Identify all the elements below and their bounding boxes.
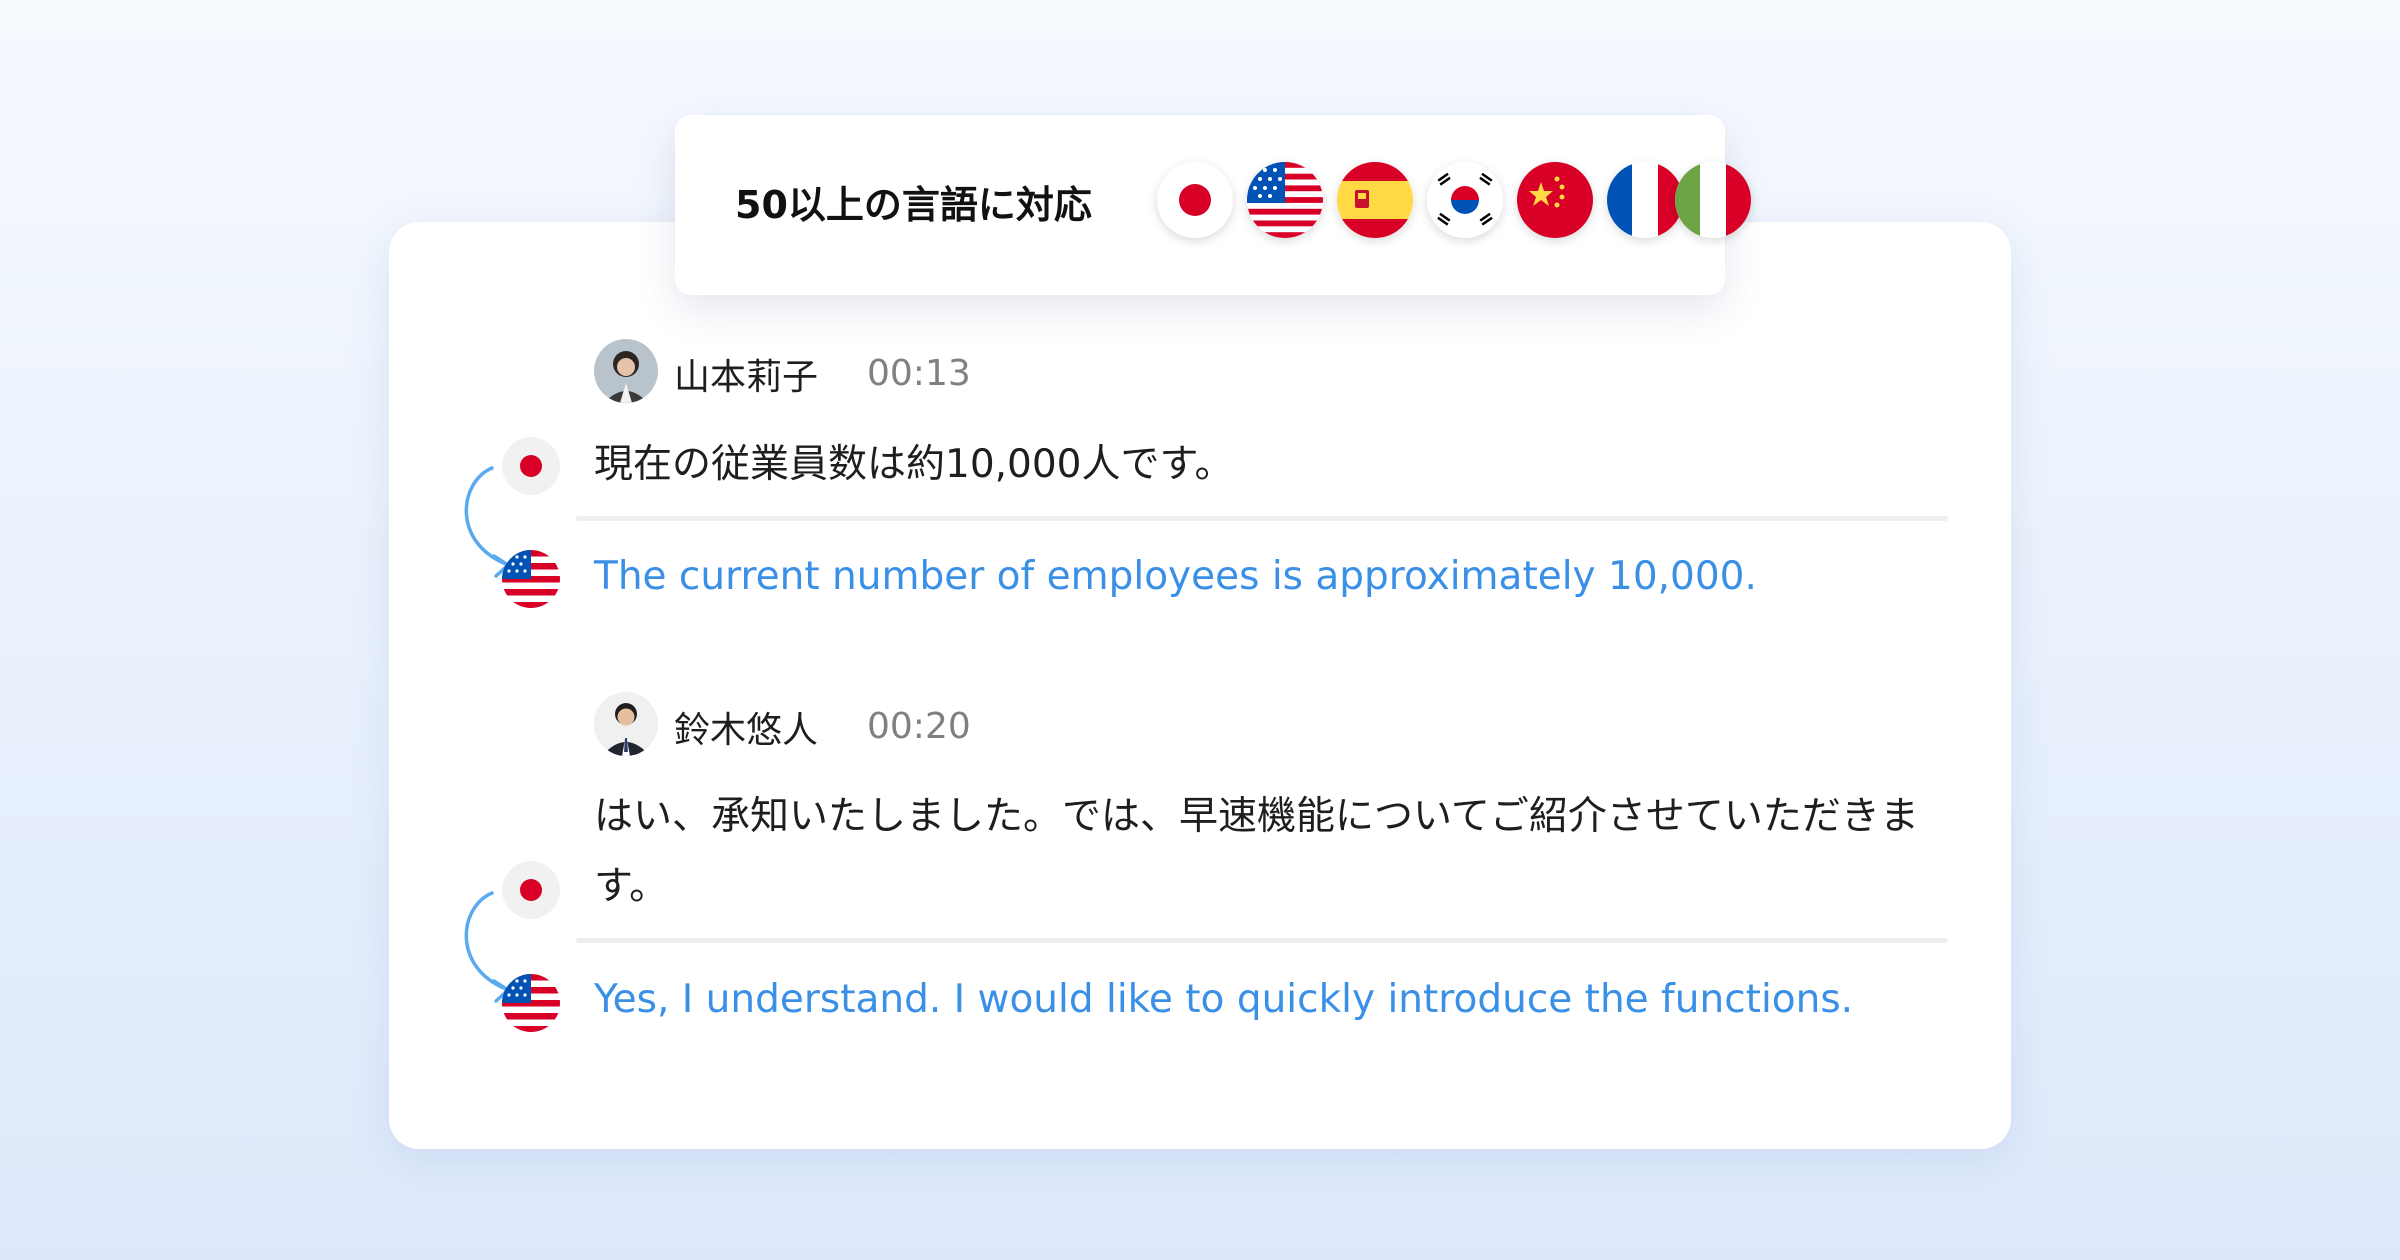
avatar-photo-icon <box>594 692 658 756</box>
speaker-name: 山本莉子 <box>674 357 819 398</box>
france-flag-icon <box>1607 162 1683 238</box>
translated-text: The current number of employees is appro… <box>594 554 1757 599</box>
timestamp: 00:20 <box>867 706 971 747</box>
divider <box>576 938 1948 943</box>
banner-title: 50以上の言語に対応 <box>735 183 1092 227</box>
usa-flag-icon <box>1247 162 1323 238</box>
avatar <box>594 692 658 756</box>
spain-flag-icon <box>1337 162 1413 238</box>
china-flag-icon <box>1517 162 1593 238</box>
avatar-photo-icon <box>594 339 658 403</box>
usa-flag-icon <box>502 974 560 1032</box>
italy-flag-icon <box>1675 162 1751 238</box>
original-text: 現在の従業員数は約10,000人です。 <box>594 442 1234 487</box>
korea-flag-icon <box>1427 162 1503 238</box>
speaker-name: 鈴木悠人 <box>674 710 819 751</box>
usa-flag-icon <box>502 550 560 608</box>
translated-text: Yes, I understand. I would like to quick… <box>594 977 1854 1022</box>
divider <box>576 516 1948 521</box>
avatar <box>594 339 658 403</box>
language-support-banner: 50以上の言語に対応 <box>675 115 1751 295</box>
transcript-card: 山本莉子 00:13 現在の従業員数は約10,000人です。 The curre… <box>389 222 2011 1149</box>
japan-flag-icon <box>1157 162 1233 238</box>
timestamp: 00:13 <box>867 353 971 394</box>
original-text: はい、承知いたしました。では、早速機能についてご紹介させていただきます。 <box>594 794 1919 909</box>
